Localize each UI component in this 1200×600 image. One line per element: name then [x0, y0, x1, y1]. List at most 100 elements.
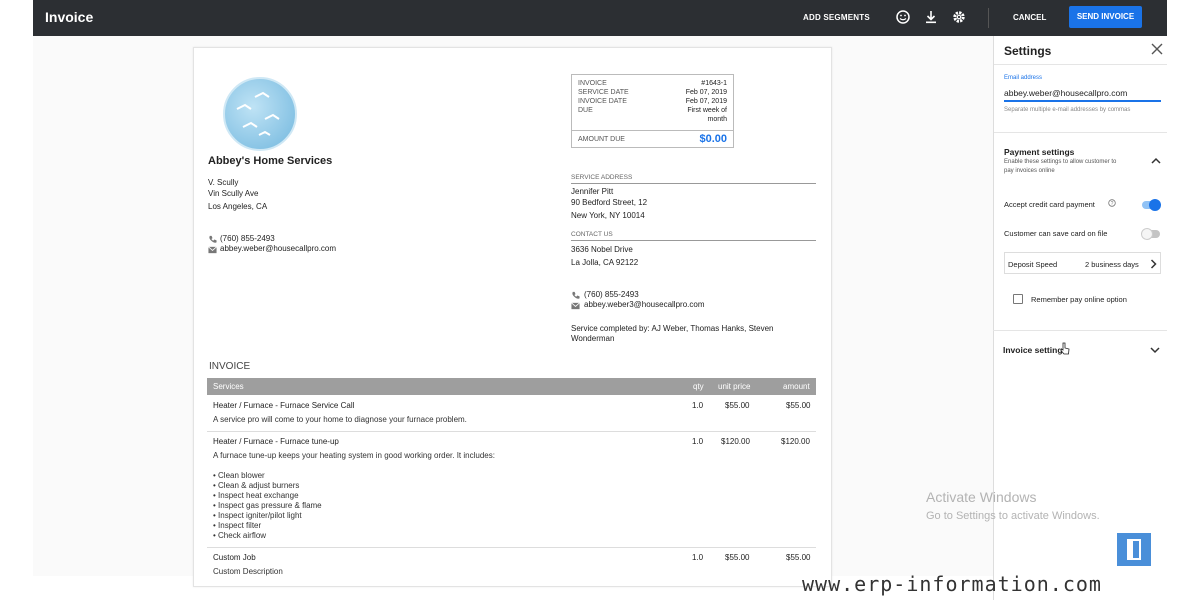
- amount-due-value: $0.00: [699, 133, 727, 145]
- deposit-speed-value: 2 business days: [1085, 260, 1139, 269]
- business-contact-name: V. Scully: [208, 178, 239, 187]
- svg-text:?: ?: [1111, 201, 1114, 207]
- service-address-rule: [571, 183, 816, 184]
- business-logo: [223, 77, 297, 151]
- invoice-meta-box: INVOICE #1643-1 SERVICE DATE Feb 07, 2019 …: [571, 74, 734, 148]
- table-header: Services qty unit price amount: [207, 378, 816, 395]
- remember-pay-online-label: Remember pay online option: [1031, 295, 1127, 304]
- smiley-icon[interactable]: [895, 9, 911, 25]
- settings-divider: [994, 64, 1167, 65]
- contact-us-label: CONTACT US: [571, 231, 613, 238]
- item-amount: $55.00: [786, 553, 811, 562]
- email-icon: [208, 246, 217, 254]
- help-icon[interactable]: ?: [1108, 199, 1116, 207]
- contact-email: abbey.weber3@housecallpro.com: [584, 300, 705, 309]
- activate-windows-subtitle: Go to Settings to activate Windows.: [926, 510, 1100, 522]
- item-bullet: • Inspect gas pressure & flame: [213, 501, 322, 510]
- panel-toggle-icon: [1127, 539, 1141, 560]
- business-phone: (760) 855-2493: [220, 234, 275, 243]
- download-icon[interactable]: [923, 9, 939, 25]
- gear-icon[interactable]: [951, 9, 967, 25]
- app-title: Invoice: [45, 9, 94, 25]
- settings-title: Settings: [1004, 44, 1052, 58]
- column-services: Services: [213, 382, 244, 391]
- save-card-toggle[interactable]: [1141, 228, 1160, 240]
- chevron-right-icon: [1150, 259, 1157, 269]
- contact-street: 3636 Nobel Drive: [571, 245, 633, 254]
- phone-icon: [209, 235, 217, 243]
- row-divider: [207, 431, 816, 432]
- payment-settings-title[interactable]: Payment settings: [1004, 147, 1074, 157]
- site-watermark: www.erp-information.com: [802, 572, 1102, 596]
- deposit-speed-label: Deposit Speed: [1008, 260, 1058, 269]
- service-address-city: New York, NY 10014: [571, 211, 645, 220]
- item-amount: $120.00: [781, 437, 810, 446]
- invoice-settings-header[interactable]: Invoice settings: [1003, 345, 1067, 355]
- email-field[interactable]: abbey.weber@housecallpro.com: [1004, 86, 1161, 102]
- business-name: Abbey's Home Services: [208, 155, 333, 167]
- cursor-icon: [1060, 342, 1070, 355]
- email-icon: [571, 302, 580, 310]
- email-label: Email address: [1004, 75, 1043, 81]
- item-bullet: • Check airflow: [213, 531, 267, 540]
- activate-windows-title: Activate Windows: [926, 489, 1037, 505]
- service-completed-by: Service completed by: AJ Weber, Thomas H…: [571, 324, 774, 333]
- item-amount: $55.00: [786, 401, 811, 410]
- payment-desc-1: Enable these settings to allow customer …: [1004, 159, 1117, 165]
- cancel-button[interactable]: CANCEL: [1013, 13, 1046, 22]
- column-qty: qty: [693, 382, 704, 391]
- deposit-speed-select[interactable]: Deposit Speed 2 business days: [1004, 252, 1161, 274]
- item-bullet: • Clean blower: [213, 471, 265, 480]
- column-amount: amount: [783, 382, 810, 391]
- item-unit-price: $120.00: [721, 437, 750, 446]
- item-qty: 1.0: [692, 401, 704, 410]
- service-address-street: 90 Bedford Street, 12: [571, 198, 648, 207]
- contact-phone: (760) 855-2493: [584, 290, 639, 299]
- accept-credit-card-toggle[interactable]: [1142, 199, 1161, 211]
- add-segments-button[interactable]: ADD SEGMENTS: [803, 13, 870, 22]
- payment-desc-2: pay invoices online: [1004, 168, 1055, 174]
- settings-divider: [993, 330, 1167, 331]
- close-icon[interactable]: [1151, 43, 1163, 55]
- column-unit-price: unit price: [718, 382, 751, 391]
- service-address-label: SERVICE ADDRESS: [571, 174, 633, 181]
- item-qty: 1.0: [692, 553, 704, 562]
- item-name[interactable]: Heater / Furnace - Furnace tune-up: [213, 437, 339, 446]
- item-bullet: • Inspect heat exchange: [213, 491, 299, 500]
- chevron-up-icon[interactable]: [1151, 157, 1161, 164]
- item-description: Custom Description: [213, 567, 283, 576]
- appbar-divider: [988, 8, 989, 28]
- business-city: Los Angeles, CA: [208, 202, 268, 211]
- service-address-name: Jennifer Pitt: [571, 187, 614, 196]
- email-hint: Separate multiple e-mail addresses by co…: [1004, 107, 1131, 113]
- item-bullet: • Inspect igniter/pilot light: [213, 511, 302, 520]
- remember-pay-online-checkbox[interactable]: [1013, 294, 1023, 304]
- meta-invoice-row: INVOICE #1643-1: [578, 80, 727, 87]
- send-invoice-button[interactable]: SEND INVOICE: [1069, 6, 1142, 28]
- contact-city: La Jolla, CA 92122: [571, 258, 639, 267]
- invoice-section-heading: INVOICE: [209, 361, 251, 372]
- item-unit-price: $55.00: [725, 553, 750, 562]
- item-description: A furnace tune-up keeps your heating sys…: [213, 451, 495, 460]
- bird-pattern-icon: [236, 91, 280, 136]
- item-name[interactable]: Custom Job: [213, 553, 256, 562]
- item-qty: 1.0: [692, 437, 704, 446]
- meta-due-row: DUE First week of: [578, 107, 727, 114]
- contact-us-rule: [571, 240, 816, 241]
- phone-icon: [572, 291, 580, 299]
- row-divider: [207, 547, 816, 548]
- item-bullet: • Inspect filter: [213, 521, 262, 530]
- service-completed-by-cont: Wonderman: [571, 334, 615, 343]
- business-email: abbey.weber@housecallpro.com: [220, 244, 337, 253]
- item-bullet: • Clean & adjust burners: [213, 481, 300, 490]
- business-street: Vin Scully Ave: [208, 189, 259, 198]
- chevron-down-icon[interactable]: [1150, 347, 1160, 354]
- meta-invoice-date-row: INVOICE DATE Feb 07, 2019: [578, 98, 727, 105]
- meta-divider: [572, 130, 733, 131]
- item-name[interactable]: Heater / Furnace - Furnace Service Call: [213, 401, 354, 410]
- save-card-label: Customer can save card on file: [1004, 229, 1108, 238]
- amount-due-label: AMOUNT DUE: [578, 136, 625, 143]
- app-tile[interactable]: [1117, 533, 1151, 566]
- settings-divider: [994, 132, 1167, 133]
- item-description: A service pro will come to your home to …: [213, 415, 467, 424]
